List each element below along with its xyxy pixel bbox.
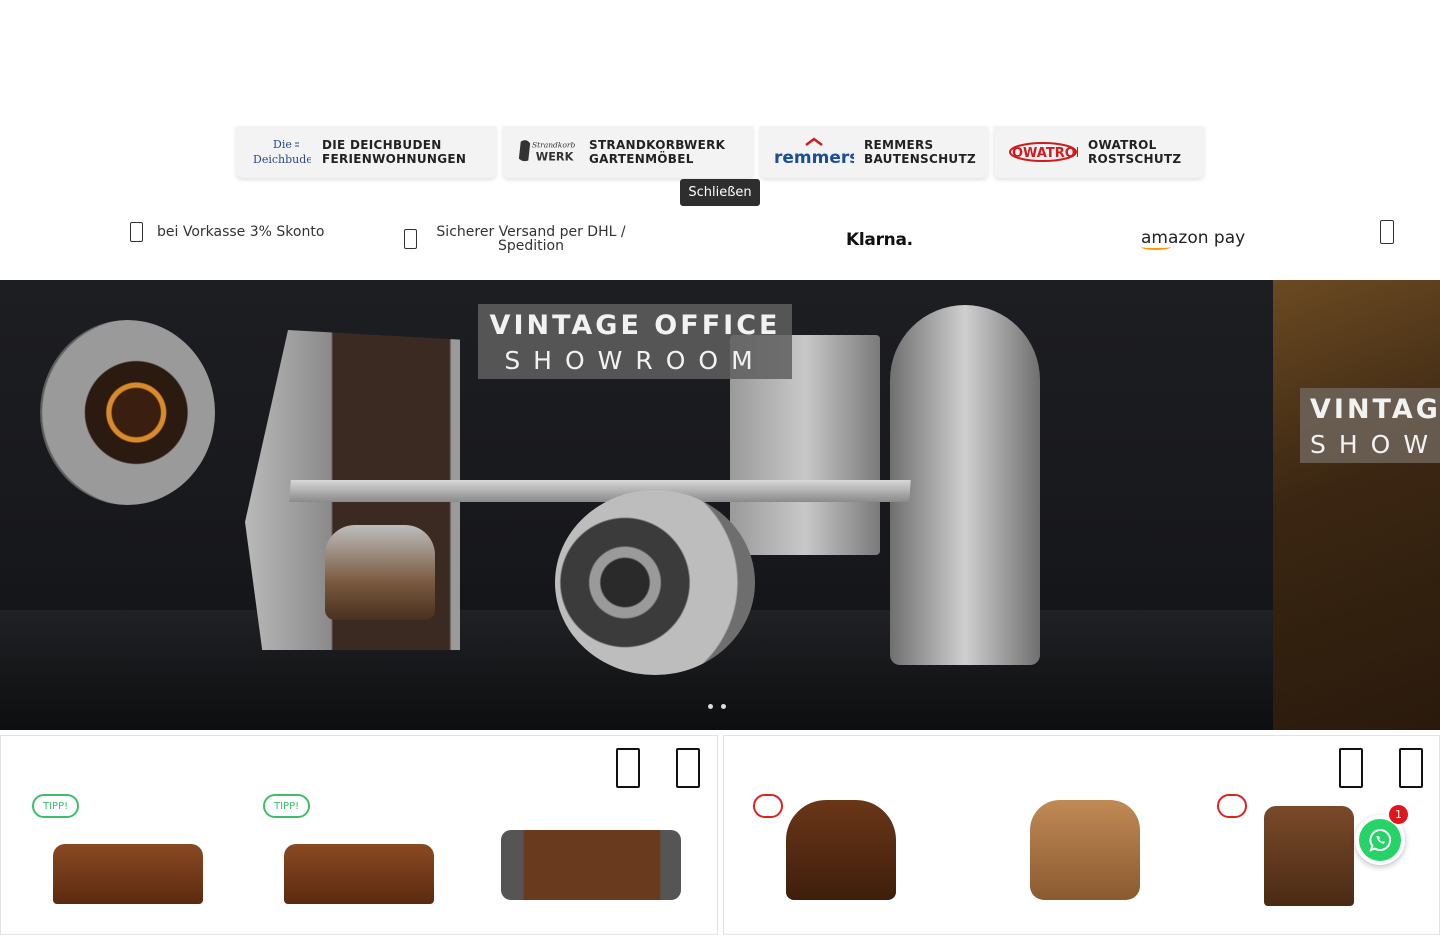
table-image: [289, 480, 911, 502]
hero-slider[interactable]: VINTAGE OFFICE SHOWROOM VINTAGE SHOW: [0, 280, 1440, 730]
partner-owatrol[interactable]: OWATROL OWATROL ROSTSCHUTZ: [994, 126, 1204, 178]
partner-owatrol-line2: ROSTSCHUTZ: [1088, 152, 1182, 166]
badge-icon: [1217, 794, 1247, 818]
carousel-left-arrows: [616, 748, 700, 788]
strandkorbwerk-logo-text1: Strandkorb: [532, 140, 575, 149]
chevron-right-icon[interactable]: [676, 748, 700, 788]
deichbuden-logo: Die Deichbuden: [250, 135, 312, 169]
product-leather-sofa-2[interactable]: [284, 844, 434, 904]
partner-strandkorbwerk-line1: STRANDKORBWERK: [589, 138, 726, 152]
klarna-logo: Klarna.: [846, 230, 913, 250]
hero-title-box-2: VINTAGE SHOW: [1300, 388, 1440, 463]
hero-dot-2[interactable]: [721, 704, 726, 709]
amazon-pay-text: amazon pay: [1141, 228, 1246, 248]
whatsapp-count-badge: 1: [1389, 805, 1408, 824]
chevron-left-icon[interactable]: [616, 748, 640, 788]
close-tooltip[interactable]: Schließen: [680, 179, 760, 206]
jet-engine-lamp-image: [40, 320, 215, 505]
hero2-title-line1: VINTAGE: [1310, 394, 1440, 425]
hero-title-line1: VINTAGE OFFICE: [489, 310, 781, 341]
usp-bar: bei Vorkasse 3% Skonto Sicherer Versand …: [0, 208, 1440, 278]
hero-dot-1[interactable]: [708, 704, 713, 709]
partner-owatrol-line1: OWATROL: [1088, 138, 1157, 152]
usp-skonto-text: bei Vorkasse 3% Skonto: [157, 224, 325, 240]
tipp-badge: TIPP!: [32, 794, 80, 818]
badge-icon: [753, 794, 783, 818]
partner-strandkorbwerk[interactable]: Strandkorb WERK STRANDKORBWERK GARTENMÖB…: [503, 126, 753, 178]
owatrol-logo: OWATROL: [1008, 135, 1078, 169]
jet-turbine-image: [555, 490, 755, 675]
deichbuden-logo-text2: Deichbuden: [253, 153, 311, 166]
whatsapp-icon: [1359, 819, 1401, 861]
amazon-pay-logo: amazon pay: [1141, 228, 1245, 250]
phone-icon: [130, 222, 143, 242]
product-brown-chair[interactable]: [1264, 806, 1354, 906]
product-carousel-left: TIPP! TIPP!: [0, 735, 718, 935]
remmers-logo: remmers: [774, 135, 854, 169]
chevron-right-icon: [1380, 220, 1394, 244]
hero-slide-1[interactable]: VINTAGE OFFICE SHOWROOM: [0, 280, 1273, 730]
carousel-right-arrows: [1339, 748, 1423, 788]
product-carousel-right: [723, 735, 1440, 935]
partner-deichbuden-line1: DIE DEICHBUDEN: [322, 138, 442, 152]
usp-shipping: Sicherer Versand per DHL / Spedition: [404, 225, 664, 253]
usp-skonto: bei Vorkasse 3% Skonto: [130, 222, 324, 242]
truck-icon: [404, 229, 417, 249]
strandkorbwerk-logo: Strandkorb WERK: [517, 135, 579, 169]
chevron-left-icon[interactable]: [1339, 748, 1363, 788]
tipp-badge: TIPP!: [263, 794, 311, 818]
partner-remmers-line2: BAUTENSCHUTZ: [864, 152, 976, 166]
usp-next-button[interactable]: [1380, 220, 1394, 250]
partner-remmers[interactable]: remmers REMMERS BAUTENSCHUTZ: [760, 126, 988, 178]
hero-title-line2: SHOWROOM: [504, 346, 766, 375]
chevron-right-icon[interactable]: [1399, 748, 1423, 788]
rocket-cabinet-image: [890, 305, 1040, 665]
strandkorbwerk-logo-text2: WERK: [536, 150, 575, 163]
header-space: [0, 0, 1440, 126]
hero2-title-line2: SHOW: [1310, 430, 1440, 459]
remmers-logo-text: remmers: [774, 148, 854, 168]
partner-banner-bar: Die Deichbuden DIE DEICHBUDEN FERIENWOHN…: [0, 126, 1440, 180]
partner-strandkorbwerk-line2: GARTENMÖBEL: [589, 152, 694, 166]
partner-deichbuden[interactable]: Die Deichbuden DIE DEICHBUDEN FERIENWOHN…: [236, 126, 496, 178]
usp-shipping-text: Sicherer Versand per DHL / Spedition: [436, 224, 626, 254]
hero-pagination: [708, 704, 726, 709]
hero-title-box: VINTAGE OFFICE SHOWROOM: [478, 304, 792, 379]
hero-slide-2[interactable]: [1273, 280, 1440, 730]
partner-deichbuden-line2: FERIENWOHNUNGEN: [322, 152, 467, 166]
owatrol-logo-text: OWATROL: [1012, 146, 1078, 161]
partner-remmers-line1: REMMERS: [864, 138, 934, 152]
bar-chair-image: [325, 525, 435, 620]
deichbuden-logo-text1: Die: [273, 138, 292, 151]
product-tan-chair[interactable]: [1030, 800, 1140, 900]
product-chesterfield-armchair[interactable]: [786, 800, 896, 900]
product-aviator-sofa[interactable]: [501, 830, 681, 900]
product-leather-sofa-1[interactable]: [53, 844, 203, 904]
